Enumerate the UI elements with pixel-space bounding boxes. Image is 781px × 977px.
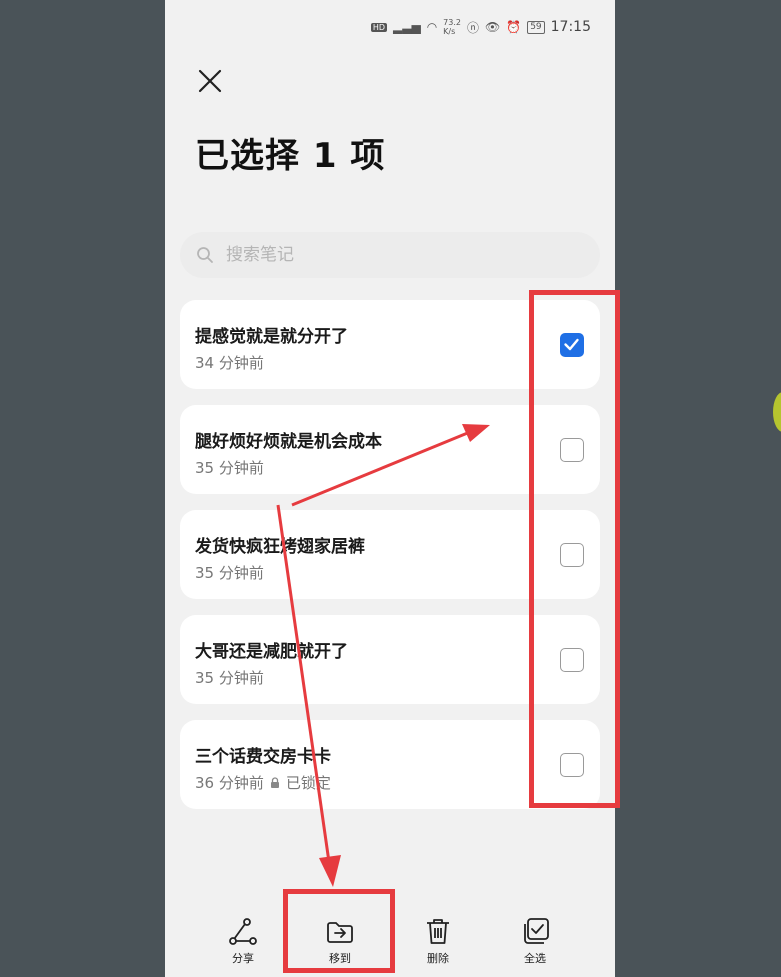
wifi-icon: ◠ bbox=[426, 20, 438, 34]
alarm-icon: ⏰ bbox=[506, 20, 522, 34]
note-title: 提感觉就是就分开了 bbox=[195, 327, 348, 347]
network-speed: 73.2 bbox=[443, 18, 461, 27]
note-time: 35 分钟前 bbox=[195, 459, 264, 477]
select-all-icon bbox=[524, 918, 549, 944]
check-icon bbox=[564, 338, 579, 351]
move-button[interactable]: 移到 bbox=[310, 916, 370, 966]
note-checkbox[interactable] bbox=[560, 543, 584, 567]
status-bar: HD ▂▃▅ ◠ 73.2 K/s ⓝ 👁 ⏰ 59 17:15 bbox=[370, 18, 591, 36]
note-time: 36 分钟前 bbox=[195, 774, 264, 792]
phone-screen: HD ▂▃▅ ◠ 73.2 K/s ⓝ 👁 ⏰ 59 17:15 已选择 1 项… bbox=[165, 0, 615, 977]
note-checkbox[interactable] bbox=[560, 648, 584, 672]
locked-label: 已锁定 bbox=[285, 774, 331, 792]
search-icon bbox=[197, 247, 213, 263]
note-title: 腿好烦好烦就是机会成本 bbox=[195, 432, 382, 452]
share-label: 分享 bbox=[232, 952, 254, 965]
signal-icon: ▂▃▅ bbox=[393, 20, 421, 34]
note-checkbox[interactable] bbox=[560, 333, 584, 357]
note-title: 大哥还是减肥就开了 bbox=[195, 642, 348, 662]
search-bar[interactable] bbox=[180, 232, 600, 278]
bottom-toolbar: 分享 移到 删除 全选 bbox=[165, 916, 615, 976]
delete-button[interactable]: 删除 bbox=[408, 916, 468, 966]
note-checkbox[interactable] bbox=[560, 438, 584, 462]
note-item[interactable]: 三个话费交房卡卡 36 分钟前 已锁定 bbox=[180, 720, 600, 809]
select-all-button[interactable]: 全选 bbox=[505, 916, 565, 966]
trash-icon bbox=[427, 919, 449, 944]
note-title: 三个话费交房卡卡 bbox=[195, 747, 331, 767]
share-button[interactable]: 分享 bbox=[213, 916, 273, 966]
share-icon bbox=[229, 918, 257, 945]
select-all-label: 全选 bbox=[524, 952, 546, 965]
hd-icon: HD bbox=[370, 22, 387, 32]
note-title: 发货快疯狂烤翅家居裤 bbox=[195, 537, 365, 557]
page-title: 已选择 1 项 bbox=[195, 136, 386, 176]
move-folder-icon bbox=[327, 922, 353, 943]
note-time: 35 分钟前 bbox=[195, 564, 264, 582]
delete-label: 删除 bbox=[427, 952, 449, 965]
search-input[interactable] bbox=[224, 244, 568, 266]
battery-icon: 59 bbox=[527, 20, 545, 34]
green-blob bbox=[773, 392, 781, 432]
eye-icon: 👁 bbox=[485, 20, 501, 34]
note-item[interactable]: 腿好烦好烦就是机会成本 35 分钟前 bbox=[180, 405, 600, 494]
network-unit: K/s bbox=[443, 27, 456, 36]
move-label: 移到 bbox=[329, 952, 351, 965]
lock-icon bbox=[270, 776, 279, 788]
clock: 17:15 bbox=[550, 19, 591, 35]
note-item[interactable]: 发货快疯狂烤翅家居裤 35 分钟前 bbox=[180, 510, 600, 599]
note-checkbox[interactable] bbox=[560, 753, 584, 777]
note-time: 35 分钟前 bbox=[195, 669, 264, 687]
note-time: 34 分钟前 bbox=[195, 354, 264, 372]
note-item[interactable]: 提感觉就是就分开了 34 分钟前 bbox=[180, 300, 600, 389]
close-icon[interactable] bbox=[195, 66, 225, 96]
nfc-icon: ⓝ bbox=[466, 20, 479, 35]
note-item[interactable]: 大哥还是减肥就开了 35 分钟前 bbox=[180, 615, 600, 704]
